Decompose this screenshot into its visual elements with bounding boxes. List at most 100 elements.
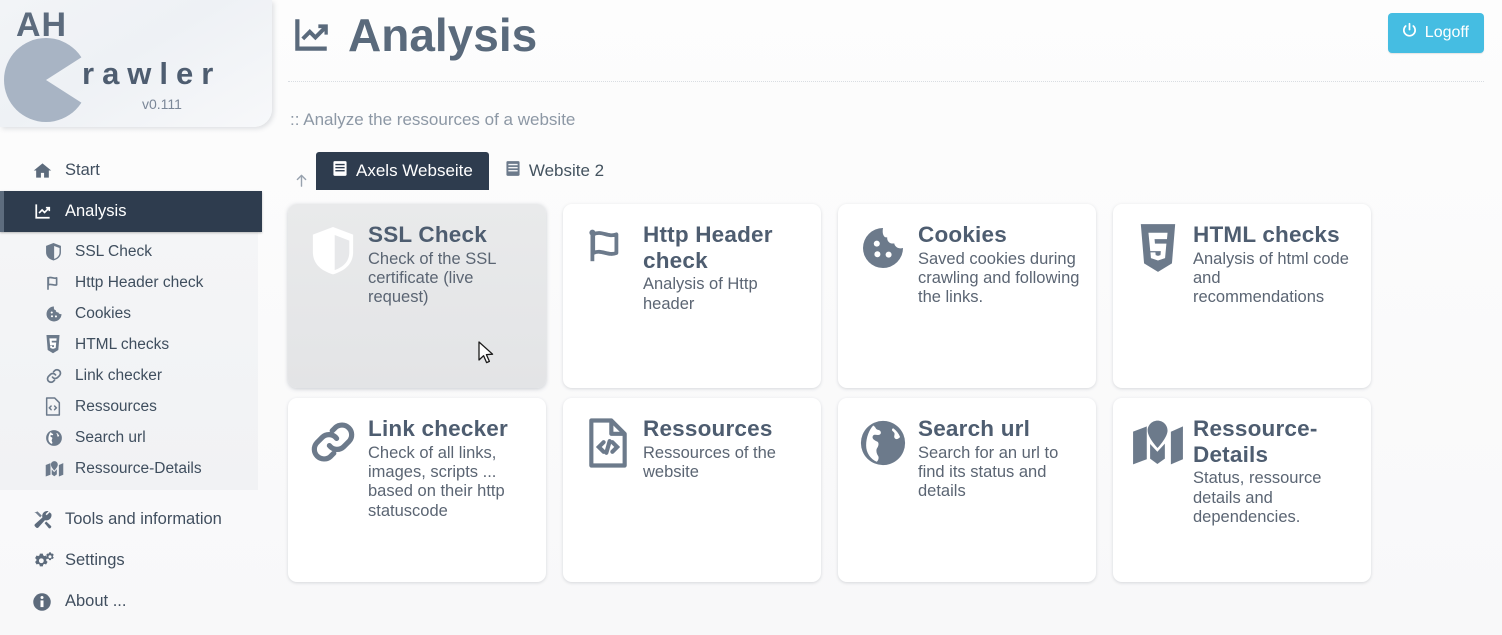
sidebar: AH rawler v0.111 Start Analysis SSL Chec… <box>0 0 272 635</box>
book-icon <box>505 160 521 182</box>
cookie-icon <box>852 222 914 378</box>
website-tabs: Axels Webseite Website 2 <box>286 152 1502 190</box>
sidebar-item-label: HTML checks <box>75 335 170 353</box>
sidebar-item-label: Cookies <box>75 304 131 322</box>
card-description: Check of all links, images, scripts ... … <box>368 443 505 520</box>
sidebar-item-about[interactable]: About ... <box>0 581 272 622</box>
sidebar-item-ressources[interactable]: Ressources <box>0 391 258 422</box>
page-header: Analysis Logoff <box>288 0 1484 82</box>
logoff-label: Logoff <box>1424 24 1469 41</box>
card-text: Ressources Ressources of the website <box>639 416 805 572</box>
sidebar-item-start[interactable]: Start <box>0 150 272 191</box>
link-icon <box>45 367 69 385</box>
card-title: Link checker <box>368 416 508 441</box>
shield-icon <box>45 242 69 261</box>
card-ressources[interactable]: Ressources Ressources of the website <box>563 398 821 582</box>
sidebar-item-link-checker[interactable]: Link checker <box>0 360 258 391</box>
card-description: Saved cookies during crawling and follow… <box>918 249 1080 307</box>
page-title-text: Analysis <box>348 9 538 61</box>
flag-icon <box>45 274 69 292</box>
tab-label: Website 2 <box>528 161 605 180</box>
map-icon <box>45 460 69 478</box>
card-title: Cookies <box>918 222 1007 247</box>
card-title: Ressources <box>643 416 773 441</box>
tools-icon <box>32 510 58 530</box>
chart-line-icon <box>32 202 58 221</box>
link-icon <box>302 416 364 572</box>
flag-icon <box>577 222 639 378</box>
shield-icon <box>302 222 364 378</box>
logoff-button[interactable]: Logoff <box>1387 13 1484 53</box>
card-cookies[interactable]: Cookies Saved cookies during crawling an… <box>838 204 1096 388</box>
sidebar-item-settings[interactable]: Settings <box>0 540 272 581</box>
sidebar-item-label: Tools and information <box>65 510 222 528</box>
card-text: HTML checks Analysis of html code and re… <box>1189 222 1355 378</box>
card-description: Check of the SSL certificate (live reque… <box>368 249 496 307</box>
sidebar-item-http-header-check[interactable]: Http Header check <box>0 267 258 298</box>
gears-icon <box>32 551 58 571</box>
page-title: Analysis <box>288 8 537 62</box>
sidebar-item-ressource-details[interactable]: Ressource-Details <box>0 453 258 484</box>
sidebar-item-label: Http Header check <box>75 273 204 291</box>
card-text: SSL Check Check of the SSL certificate (… <box>364 222 530 378</box>
file-code-icon <box>577 416 639 572</box>
info-icon <box>32 592 58 612</box>
html5-icon <box>1127 222 1189 378</box>
sidebar-item-html-checks[interactable]: HTML checks <box>0 329 258 360</box>
sidebar-item-label: SSL Check <box>75 242 152 260</box>
tab-axels-webseite[interactable]: Axels Webseite <box>316 152 489 190</box>
app-root: AH rawler v0.111 Start Analysis SSL Chec… <box>0 0 1502 635</box>
card-title: SSL Check <box>368 222 487 247</box>
sidebar-item-label: Start <box>65 161 100 179</box>
pacman-logo-icon <box>4 38 88 122</box>
card-html-checks[interactable]: HTML checks Analysis of html code and re… <box>1113 204 1371 388</box>
sidebar-item-label: About ... <box>65 592 127 610</box>
card-description: Status, ressource details and dependenci… <box>1193 469 1322 526</box>
map-icon <box>1127 416 1189 572</box>
card-description: Ressources of the website <box>643 443 776 481</box>
card-http-header-check[interactable]: Http Header check Analysis of Http heade… <box>563 204 821 388</box>
html5-icon <box>45 335 69 354</box>
card-link-checker[interactable]: Link checker Check of all links, images,… <box>288 398 546 582</box>
globe-icon <box>45 429 69 447</box>
cookie-icon <box>45 305 69 323</box>
card-title: Search url <box>918 416 1031 441</box>
home-icon <box>32 161 58 180</box>
sidebar-item-label: Ressources <box>75 397 157 415</box>
card-text: Http Header check Analysis of Http heade… <box>639 222 805 378</box>
card-text: Link checker Check of all links, images,… <box>364 416 530 572</box>
card-description: Analysis of html code and recommendation… <box>1193 249 1349 307</box>
brand-logo-panel[interactable]: AH rawler v0.111 <box>0 0 272 127</box>
arrow-up-icon[interactable] <box>286 171 316 190</box>
sidebar-item-label: Link checker <box>75 366 163 384</box>
sidebar-nav: Start Analysis SSL Check Http Header che… <box>0 150 272 622</box>
card-search-url[interactable]: Search url Search for an url to find its… <box>838 398 1096 582</box>
card-ssl-check[interactable]: SSL Check Check of the SSL certificate (… <box>288 204 546 388</box>
sidebar-item-tools-and-information[interactable]: Tools and information <box>0 499 272 540</box>
sidebar-subnav: SSL Check Http Header check Cookies HTML… <box>0 232 258 490</box>
sidebar-item-label: Settings <box>65 551 125 569</box>
sidebar-item-label: Search url <box>75 428 146 446</box>
sidebar-item-ssl-check[interactable]: SSL Check <box>0 236 258 267</box>
card-text: Ressource-Details Status, ressource deta… <box>1189 416 1355 572</box>
sidebar-item-label: Analysis <box>65 202 127 220</box>
card-text: Cookies Saved cookies during crawling an… <box>914 222 1080 378</box>
tab-website-2[interactable]: Website 2 <box>489 152 620 190</box>
sidebar-item-cookies[interactable]: Cookies <box>0 298 258 329</box>
sidebar-item-label: Ressource-Details <box>75 459 202 477</box>
analysis-card-grid: SSL Check Check of the SSL certificate (… <box>272 204 1502 592</box>
tab-label: Axels Webseite <box>356 161 473 180</box>
main-content: Analysis Logoff :: Analyze the ressource… <box>272 0 1502 635</box>
card-title: Ressource-Details <box>1193 416 1318 467</box>
file-code-icon <box>45 397 69 416</box>
card-description: Analysis of Http header <box>643 275 758 313</box>
card-description: Search for an url to find its status and… <box>918 443 1059 501</box>
card-title: HTML checks <box>1193 222 1340 247</box>
brand-name-bottom: rawler <box>82 56 222 91</box>
sidebar-item-analysis[interactable]: Analysis <box>0 191 262 232</box>
globe-icon <box>852 416 914 572</box>
card-ressource-details[interactable]: Ressource-Details Status, ressource deta… <box>1113 398 1371 582</box>
card-title: Http Header check <box>643 222 773 273</box>
page-subtitle: :: Analyze the ressources of a website <box>290 110 576 129</box>
sidebar-item-search-url[interactable]: Search url <box>0 422 258 453</box>
